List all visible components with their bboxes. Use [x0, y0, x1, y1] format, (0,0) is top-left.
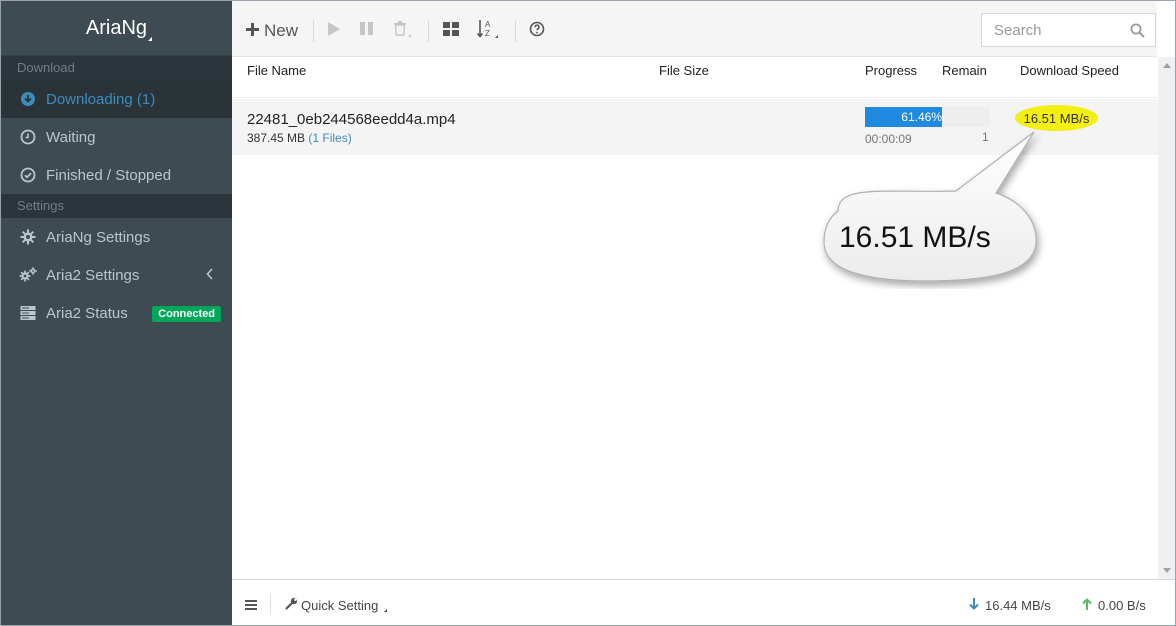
- brand-header[interactable]: AriaNg: [1, 1, 232, 56]
- sort-button[interactable]: AZ: [476, 19, 499, 44]
- search-box: [981, 13, 1156, 47]
- trash-icon: [393, 20, 411, 43]
- task-files-link[interactable]: (1 Files): [308, 131, 351, 145]
- callout-text: 16.51 MB/s: [839, 221, 991, 254]
- pause-icon: [359, 21, 374, 41]
- footer-divider: [270, 594, 271, 614]
- global-upload-speed-value: 0.00 B/s: [1098, 598, 1146, 613]
- search-input[interactable]: [982, 14, 1122, 46]
- display-mode-button[interactable]: [443, 20, 459, 42]
- column-header-download-speed[interactable]: Download Speed: [1020, 63, 1119, 78]
- svg-text:A: A: [485, 20, 491, 29]
- gear-icon: [19, 228, 37, 246]
- pause-button[interactable]: [359, 20, 374, 42]
- footer-bar: Quick Setting 16.44 MB/s 0.00 B/s: [232, 579, 1175, 625]
- task-progress-bar: 61.46%: [865, 107, 990, 127]
- download-circle-icon: [19, 90, 37, 108]
- global-upload-speed: 0.00 B/s: [1082, 598, 1146, 613]
- sidebar-item-aria2-status[interactable]: Aria2 Status Connected: [1, 294, 232, 332]
- sidebar-item-label: Waiting: [46, 128, 96, 146]
- sidebar: AriaNg Download Downloading (1) Waiting …: [1, 1, 232, 625]
- callout-bubble: [823, 131, 1037, 282]
- new-button-label: New: [264, 21, 299, 40]
- sidebar-item-label: AriaNg Settings: [46, 228, 151, 246]
- sidebar-item-finished-stopped[interactable]: Finished / Stopped: [1, 156, 232, 194]
- arrow-up-icon: [1082, 598, 1092, 613]
- server-icon: [19, 304, 37, 322]
- svg-text:Z: Z: [485, 29, 490, 38]
- grid-icon: [443, 21, 459, 41]
- section-header-download: Download: [1, 56, 232, 80]
- brand-title: AriaNg: [85, 16, 148, 39]
- plus-icon: [246, 21, 259, 41]
- sidebar-item-label: Aria2 Settings: [46, 266, 140, 284]
- status-badge: Connected: [152, 306, 221, 322]
- delete-button[interactable]: [393, 20, 411, 42]
- sidebar-item-label: Downloading (1): [46, 90, 156, 108]
- scroll-down-icon[interactable]: [1163, 568, 1171, 573]
- toolbar-divider: [313, 20, 314, 42]
- sidebar-item-ariang-settings[interactable]: AriaNg Settings: [1, 218, 232, 256]
- sidebar-item-label: Aria2 Status: [46, 304, 128, 322]
- quick-setting-label: Quick Setting: [301, 597, 379, 613]
- task-table-header: File Name File Size Progress Remain Down…: [232, 57, 1157, 98]
- task-file-meta: 387.45 MB (1 Files): [247, 131, 352, 145]
- app-window: AriaNg Download Downloading (1) Waiting …: [0, 0, 1176, 626]
- sort-alpha-icon: AZ: [476, 19, 499, 44]
- scroll-up-icon[interactable]: [1163, 63, 1171, 68]
- play-icon: [327, 21, 341, 42]
- chevron-left-icon: [206, 267, 214, 283]
- toolbar-divider: [515, 20, 516, 42]
- section-header-settings: Settings: [1, 194, 232, 218]
- caret-icon: [384, 608, 388, 612]
- search-icon[interactable]: [1130, 23, 1145, 43]
- task-file-name[interactable]: 22481_0eb244568eedd4a.mp4: [247, 111, 456, 128]
- arrow-down-icon: [969, 598, 979, 613]
- task-size: 387.45 MB: [247, 131, 306, 145]
- help-button[interactable]: [529, 20, 545, 42]
- task-download-speed: 16.51 MB/s: [1015, 105, 1098, 131]
- toolbar-divider: [428, 20, 429, 42]
- column-header-file-size[interactable]: File Size: [659, 63, 709, 78]
- check-circle-icon: [19, 166, 37, 184]
- new-button[interactable]: New: [246, 20, 298, 42]
- toolbar: New AZ: [232, 1, 1157, 57]
- global-download-speed-value: 16.44 MB/s: [985, 598, 1051, 613]
- sidebar-item-downloading[interactable]: Downloading (1): [1, 80, 232, 118]
- quick-setting-button[interactable]: Quick Setting: [285, 597, 388, 613]
- column-header-progress[interactable]: Progress: [865, 63, 917, 78]
- scrollbar[interactable]: [1158, 57, 1175, 579]
- clock-icon: [19, 128, 37, 146]
- column-header-file-name[interactable]: File Name: [247, 63, 306, 78]
- sidebar-item-waiting[interactable]: Waiting: [1, 118, 232, 156]
- gears-icon: [19, 266, 37, 284]
- sidebar-item-label: Finished / Stopped: [46, 166, 172, 184]
- progress-text: 61.46%: [901, 110, 942, 124]
- start-button[interactable]: [327, 20, 341, 42]
- sidebar-item-aria2-settings[interactable]: Aria2 Settings: [1, 256, 232, 294]
- wrench-icon: [285, 597, 298, 613]
- brand-caret-icon: [148, 37, 152, 41]
- question-circle-icon: [529, 21, 545, 42]
- global-download-speed: 16.44 MB/s: [969, 598, 1051, 613]
- menu-icon[interactable]: [245, 598, 257, 613]
- task-download-speed-value: 16.51 MB/s: [1023, 110, 1090, 126]
- column-header-remain[interactable]: Remain: [942, 63, 987, 78]
